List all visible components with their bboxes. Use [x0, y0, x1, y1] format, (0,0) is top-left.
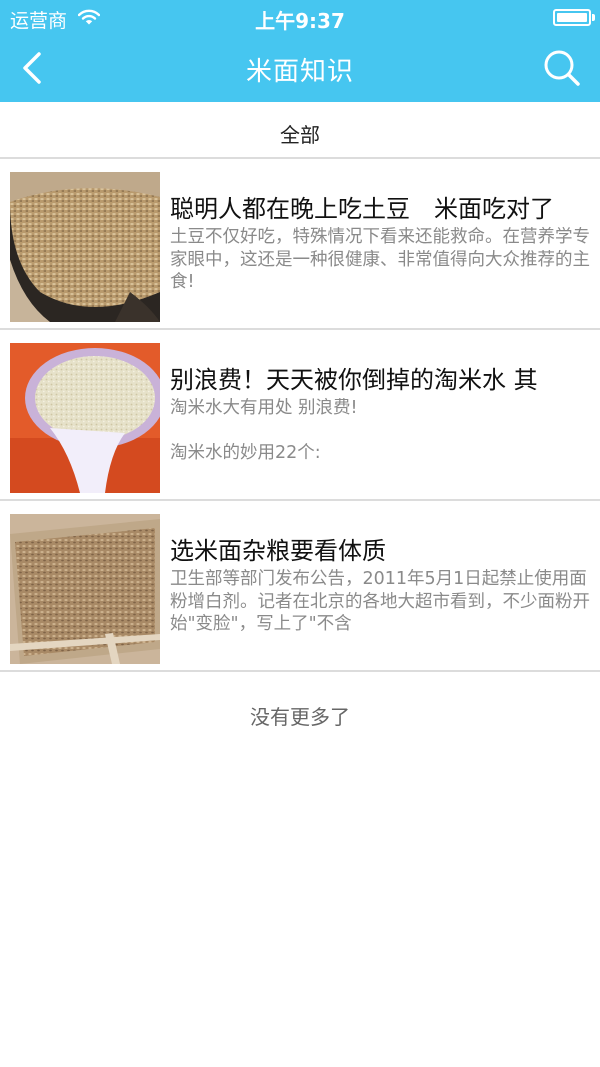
- battery-tip: [592, 14, 595, 21]
- article-title: 选米面杂粮要看体质: [170, 537, 386, 565]
- article-summary: 卫生部等部门发布公告，2011年5月1日起禁止使用面粉增白剂。记者在北京的各地大…: [170, 569, 590, 634]
- article-title: 聪明人都在晚上吃土豆 米面吃对了: [170, 195, 554, 223]
- search-button[interactable]: [540, 46, 584, 90]
- article-list: 聪明人都在晚上吃土豆 米面吃对了 土豆不仅好吃，特殊情况下看来还能救命。在营养学…: [0, 159, 600, 672]
- search-icon: [544, 50, 580, 86]
- article-thumbnail: [10, 514, 160, 664]
- app-header: 运营商 上午9:37 米面知识: [0, 0, 600, 102]
- filter-all-tab[interactable]: 全部: [0, 119, 600, 148]
- no-more-label: 没有更多了: [250, 705, 350, 729]
- article-summary: 土豆不仅好吃，特殊情况下看来还能救命。在营养学专家眼中，这还是一种很健康、非常值…: [170, 227, 590, 292]
- page-title: 米面知识: [245, 57, 354, 87]
- rice-flour-scoop-image: [10, 343, 160, 493]
- article-thumbnail: [10, 343, 160, 493]
- grain-tray-image: [10, 514, 160, 664]
- status-time: 上午9:37: [255, 9, 345, 33]
- list-item[interactable]: 选米面杂粮要看体质 卫生部等部门发布公告，2011年5月1日起禁止使用面粉增白剂…: [0, 501, 600, 672]
- article-summary: 淘米水大有用处 别浪费! 淘米水的妙用22个:: [170, 398, 358, 463]
- article-thumbnail: [10, 172, 160, 322]
- battery-level-fill: [557, 13, 587, 22]
- battery-icon: [553, 9, 591, 26]
- list-item[interactable]: 别浪费！天天被你倒掉的淘米水 其 淘米水大有用处 别浪费! 淘米水的妙用22个:: [0, 330, 600, 501]
- category-filter-bar: 全部: [0, 102, 600, 159]
- nav-bar: 米面知识: [0, 34, 600, 102]
- status-bar: 运营商 上午9:37: [0, 0, 600, 34]
- article-title: 别浪费！天天被你倒掉的淘米水 其: [170, 366, 538, 394]
- list-item[interactable]: 聪明人都在晚上吃土豆 米面吃对了 土豆不仅好吃，特殊情况下看来还能救命。在营养学…: [0, 159, 600, 330]
- rice-bowl-image: [10, 172, 160, 322]
